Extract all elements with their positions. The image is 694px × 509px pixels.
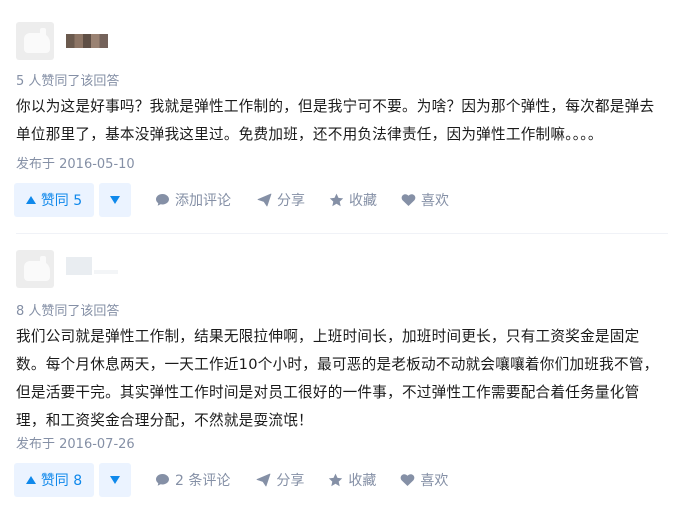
like-button[interactable]: 喜欢 (400, 470, 448, 490)
action-bar: 赞同 8 2 条评论 分享 收藏 喜欢 (14, 462, 448, 498)
vote-down-icon (110, 476, 120, 484)
answer-content: 你以为这是好事吗？我就是弹性工作制的，但是我宁可不要。为啥？因为那个弹性，每次都… (16, 93, 676, 149)
vote-up-icon (25, 196, 36, 204)
vote-summary: 5 人赞同了该回答 (16, 74, 120, 89)
heart-icon (401, 194, 416, 206)
comment-button[interactable]: 2 条评论 (155, 470, 230, 490)
vote-up-label: 赞同 5 (40, 193, 83, 209)
favorite-label: 收藏 (348, 473, 377, 489)
vote-up-icon (25, 476, 36, 484)
share-icon (256, 473, 271, 487)
comment-icon (156, 194, 169, 206)
comment-label: 添加评论 (175, 193, 231, 209)
content-line: 理，和工资奖金合理分配，不然就是耍流氓！ (16, 412, 313, 429)
content-line: 但是活要干完。其实弹性工作时间是对员工很好的一件事，不过弹性工作需要配合着任务量… (16, 384, 640, 401)
comment-label: 2 条评论 (175, 473, 231, 489)
like-label: 喜欢 (421, 193, 449, 209)
content-line: 我们公司就是弹性工作制，结果无限拉伸啊，上班时间长，加班时间更长，只有工资奖金是… (16, 328, 640, 345)
publish-time[interactable]: 发布于 2016-07-26 (16, 433, 135, 452)
answer-item: 5 人赞同了该回答 你以为这是好事吗？我就是弹性工作制的，但是我宁可不要。为啥？… (0, 0, 694, 234)
vote-summary: 8 人赞同了该回答 (16, 304, 120, 319)
content-line: 单位那里了，基本没弹我这里过。免费加班，还不用负法律责任，因为弹性工作制嘛。。。… (16, 126, 603, 143)
answer-item: 8 人赞同了该回答 我们公司就是弹性工作制，结果无限拉伸啊，上班时间长，加班时间… (0, 236, 694, 509)
heart-icon (401, 474, 415, 486)
vote-up-label: 赞同 8 (40, 473, 83, 489)
content-line: 数。每个月休息两天，一天工作近10个小时，最可恶的是老板动不动就会嚷嚷着你们加班… (16, 356, 659, 373)
comment-button[interactable]: 添加评论 (155, 190, 231, 210)
avatar[interactable] (16, 22, 54, 60)
author-name-blurred[interactable] (66, 34, 108, 48)
action-bar: 赞同 5 添加评论 分享 收藏 喜欢 (14, 182, 449, 218)
answer-content: 我们公司就是弹性工作制，结果无限拉伸啊，上班时间长，加班时间更长，只有工资奖金是… (16, 323, 676, 435)
share-label: 分享 (276, 473, 305, 489)
favorite-button[interactable]: 收藏 (329, 190, 377, 210)
author-name-blurred[interactable] (66, 257, 118, 275)
vote-up-button[interactable]: 赞同 5 (14, 183, 94, 217)
divider (16, 233, 668, 234)
share-label: 分享 (277, 193, 305, 209)
vote-down-icon (110, 196, 120, 204)
vote-down-button[interactable] (99, 183, 131, 217)
vote-up-button[interactable]: 赞同 8 (14, 463, 94, 497)
star-icon (329, 473, 343, 487)
content-line: 你以为这是好事吗？我就是弹性工作制的，但是我宁可不要。为啥？因为那个弹性，每次都… (16, 98, 655, 115)
like-label: 喜欢 (420, 473, 449, 489)
avatar[interactable] (16, 250, 54, 288)
share-button[interactable]: 分享 (256, 470, 304, 490)
vote-down-button[interactable] (99, 463, 131, 497)
comment-icon (156, 474, 169, 486)
share-icon (257, 193, 272, 207)
like-button[interactable]: 喜欢 (401, 190, 449, 210)
favorite-button[interactable]: 收藏 (328, 470, 376, 490)
publish-time[interactable]: 发布于 2016-05-10 (16, 153, 135, 172)
star-icon (329, 193, 344, 207)
favorite-label: 收藏 (349, 193, 377, 209)
share-button[interactable]: 分享 (257, 190, 305, 210)
